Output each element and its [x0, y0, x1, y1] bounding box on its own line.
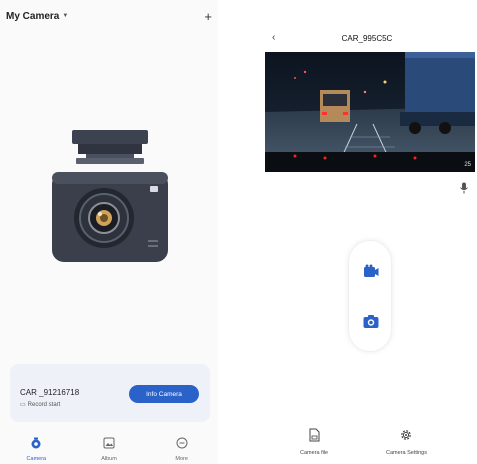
record-status-text: Record start	[27, 401, 61, 408]
live-video-preview[interactable]: 25	[265, 52, 475, 172]
add-camera-icon[interactable]: +	[204, 10, 212, 23]
tab-more-label: More	[175, 456, 188, 462]
sd-card-icon	[308, 428, 320, 447]
camera-icon	[30, 436, 42, 454]
bottom-nav: Camera Album More	[0, 430, 218, 464]
device-title: CAR_995C5C	[341, 34, 393, 43]
camera-settings-button[interactable]: Camera Settings	[386, 428, 427, 456]
camera-file-label: Camera file	[300, 450, 329, 456]
camera-info-card: CAR _91216718 ▭ Record start Info Camera	[10, 364, 210, 422]
device-screen: ‹ CAR_995C5C 25 Camera file Camera Setti…	[262, 0, 477, 464]
my-camera-screen: My Camera ▼ + CAR _91216718 ▭ Record sta…	[0, 0, 218, 464]
record-video-icon[interactable]	[362, 263, 380, 281]
tab-camera[interactable]: Camera	[0, 430, 73, 464]
capture-actions	[348, 240, 392, 352]
record-status: ▭ Record start	[20, 401, 61, 409]
page-title-text: My Camera	[6, 10, 60, 22]
camera-name: CAR _91216718	[20, 388, 80, 397]
chevron-down-icon: ▼	[62, 13, 69, 19]
tab-album-label: Album	[101, 456, 117, 462]
dashcam-image	[40, 120, 180, 280]
header: My Camera ▼ +	[6, 8, 212, 24]
tab-album[interactable]: Album	[73, 430, 146, 464]
info-camera-button[interactable]: Info Camera	[129, 385, 199, 403]
tab-more[interactable]: More	[145, 430, 218, 464]
page-title[interactable]: My Camera ▼	[6, 11, 68, 22]
device-bottom-nav: Camera file Camera Settings	[262, 424, 477, 464]
album-icon	[103, 436, 115, 454]
gear-icon	[399, 428, 413, 447]
take-photo-icon[interactable]	[362, 313, 380, 331]
device-header: ‹ CAR_995C5C	[262, 32, 472, 48]
camera-file-button[interactable]: Camera file	[300, 428, 328, 456]
microphone-icon[interactable]	[459, 181, 469, 199]
record-icon: ▭	[20, 402, 26, 408]
video-timestamp: 25	[464, 162, 471, 168]
more-icon	[176, 436, 188, 454]
camera-settings-label: Camera Settings	[386, 450, 427, 456]
tab-camera-label: Camera	[26, 456, 47, 462]
